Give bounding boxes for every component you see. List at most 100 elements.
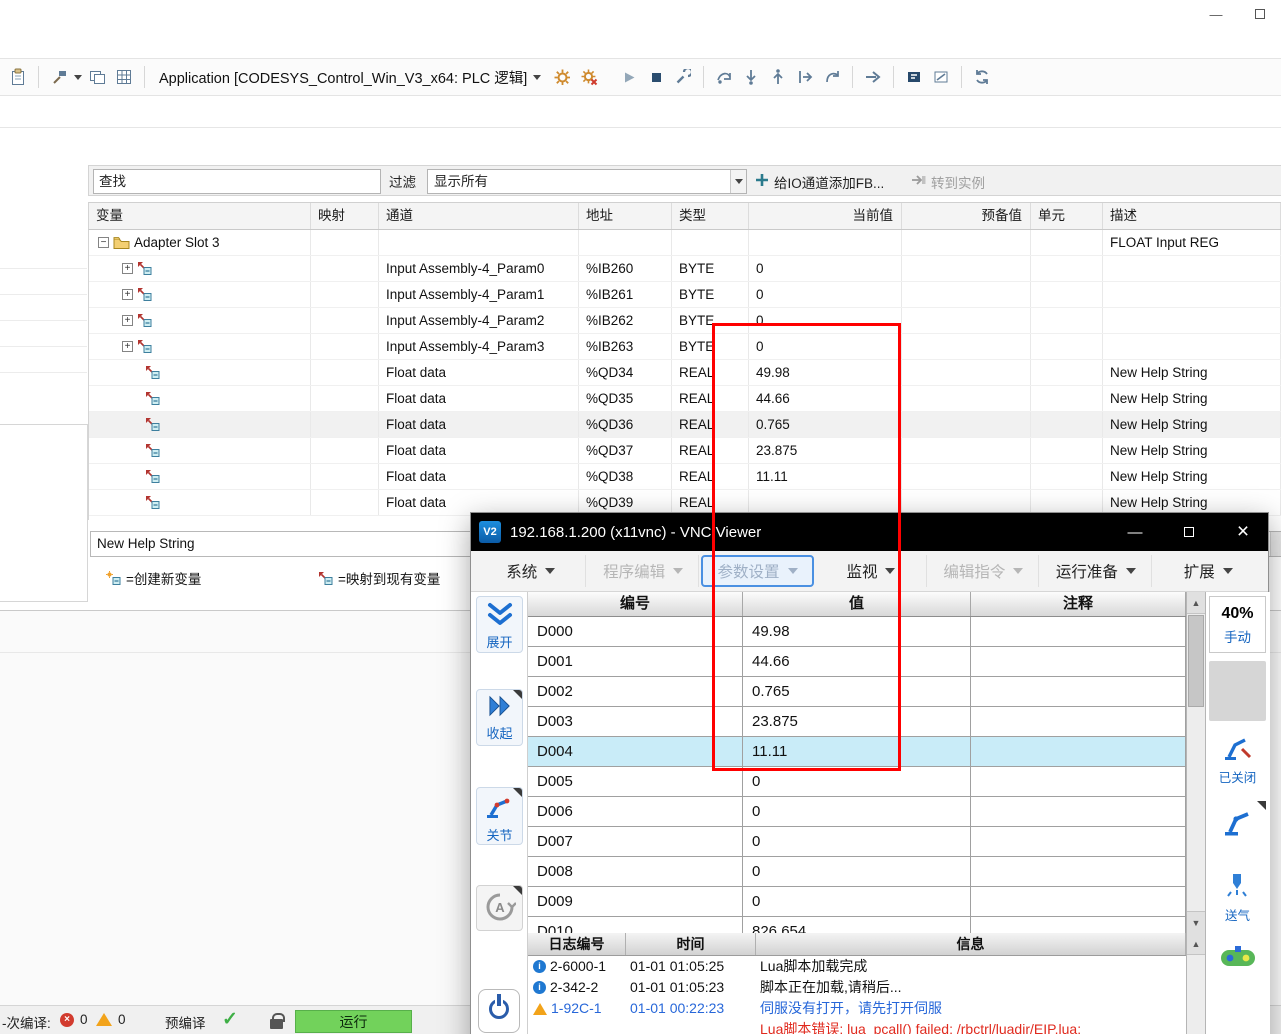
refresh-icon[interactable] [970,64,994,90]
vnc-tab-run-preparation[interactable]: 运行准备 [1041,555,1151,587]
vnc-tab-program-edit[interactable]: 程序编辑 [588,555,698,587]
log-row[interactable]: i2-6000-101-01 01:05:25Lua脚本加载完成 [528,956,1186,977]
io-table-row[interactable]: Float data%QD38REAL11.11New Help String [89,464,1281,490]
vnc-tab-system[interactable]: 系统 [476,555,586,587]
tree-expand-toggle[interactable]: + [122,315,133,326]
register-scrollbar[interactable]: ▲ ▼ [1186,592,1206,933]
register-row[interactable]: D0050 [528,767,1186,797]
register-row[interactable]: D00323.875 [528,707,1186,737]
scrollbar-thumb[interactable] [1188,615,1204,707]
register-row[interactable]: D00144.66 [528,647,1186,677]
robot-arm-button[interactable] [1209,801,1266,861]
io-cell-prepared [902,230,1031,255]
io-table-row[interactable]: +Input Assembly-4_Param0%IB260BYTE0 [89,256,1281,282]
register-row[interactable]: D010826.654 [528,917,1186,933]
air-supply-button[interactable]: 送气 [1209,869,1266,931]
log-row[interactable]: i2-342-201-01 01:05:23脚本正在加载,请稍后... [528,977,1186,998]
vnc-tab-parameter-settings[interactable]: 参数设置 [701,555,814,587]
speed-value: 40% [1210,605,1265,623]
teach-pendant-button[interactable] [1209,939,1266,1003]
io-table-row[interactable]: Float data%QD35REAL44.66New Help String [89,386,1281,412]
air-supply-label: 送气 [1209,905,1266,924]
register-row[interactable]: D0080 [528,857,1186,887]
expand-button[interactable]: 展开 [476,596,523,653]
io-table-row[interactable]: Float data%QD36REAL0.765New Help String [89,412,1281,438]
io-cell-address: %QD34 [579,360,672,385]
io-table-row[interactable]: +Input Assembly-4_Param2%IB262BYTE0 [89,308,1281,334]
step-out-icon[interactable] [766,64,790,90]
scroll-up-icon[interactable]: ▲ [1187,592,1205,614]
power-button[interactable] [478,989,520,1033]
warning-icon [96,1013,112,1026]
tree-collapse-toggle[interactable]: − [98,237,109,248]
filter-select[interactable]: 显示所有 [427,169,747,194]
servo-state-button[interactable]: 已关闭 [1209,729,1266,795]
active-application-selector[interactable]: Application [CODESYS_Control_Win_V3_x64:… [159,67,541,88]
mapped-variable-icon [145,443,160,458]
register-row[interactable]: D0020.765 [528,677,1186,707]
column-header-prepared-value: 预备值 [902,203,1031,229]
close-button[interactable]: × [1228,519,1258,545]
vnc-tab-monitor[interactable]: 监视 [816,555,926,587]
register-row[interactable]: D0090 [528,887,1186,917]
log-scrollbar[interactable]: ▲ [1186,933,1206,1034]
auto-mode-button[interactable]: A [476,885,523,931]
io-table-row[interactable]: Float data%QD34REAL49.98New Help String [89,360,1281,386]
left-panel-rows [0,243,87,376]
io-cell-prepared [902,282,1031,307]
vnc-titlebar[interactable]: V2 192.168.1.200 (x11vnc) - VNC Viewer —… [471,513,1268,551]
register-row[interactable]: D0070 [528,827,1186,857]
logout-gear-icon[interactable] [577,64,601,90]
joint-mode-button[interactable]: 关节 [476,787,523,845]
build-icon[interactable] [47,64,71,90]
minimize-button[interactable]: — [1120,519,1150,545]
log-row[interactable]: 1-92C-101-01 00:22:23伺服没有打开，请先打开伺服 [528,998,1186,1019]
scroll-down-icon[interactable]: ▼ [1187,911,1205,933]
new-window-icon[interactable] [85,64,109,90]
breakpoint-wrench-icon[interactable] [671,64,695,90]
io-table-row[interactable]: +Input Assembly-4_Param1%IB261BYTE0 [89,282,1281,308]
blank-tool-button[interactable] [1209,661,1266,721]
speed-mode-indicator[interactable]: 40% 手动 [1209,596,1266,653]
io-cell-prepared [902,438,1031,463]
maximize-button[interactable] [1174,519,1204,545]
tree-expand-toggle[interactable]: + [122,289,133,300]
tree-expand-toggle[interactable]: + [122,263,133,274]
register-row[interactable]: D00049.98 [528,617,1186,647]
paste-icon[interactable] [6,64,30,90]
vnc-tab-edit-instructions[interactable]: 编辑指令 [929,555,1039,587]
vnc-tab-extensions[interactable]: 扩展 [1154,555,1263,587]
register-row[interactable]: D0060 [528,797,1186,827]
start-icon[interactable] [617,64,641,90]
chevron-down-icon[interactable] [730,170,746,193]
register-row[interactable]: D00411.11 [528,737,1186,767]
scroll-up-icon[interactable]: ▲ [1187,933,1205,955]
minimize-button[interactable]: — [1203,4,1229,24]
build-dropdown-icon[interactable] [74,75,82,80]
collapse-button[interactable]: 收起 [476,689,523,746]
find-input[interactable]: 查找 [93,169,381,194]
chevron-down-icon [885,568,895,574]
run-status-button[interactable]: 运行 [295,1010,412,1033]
write-values-icon[interactable] [929,64,953,90]
step-over-icon[interactable] [712,64,736,90]
add-fb-button[interactable]: 给IO通道添加FB... [749,166,890,197]
step-into-icon[interactable] [739,64,763,90]
io-cell-desc [1103,334,1281,359]
io-cell-mapping [311,360,379,385]
io-cell-value: 49.98 [749,360,902,385]
io-table-row[interactable]: −Adapter Slot 3FLOAT Input REG [89,230,1281,256]
tree-expand-toggle[interactable]: + [122,341,133,352]
login-gear-icon[interactable] [550,64,574,90]
goto-instance-button[interactable]: 转到实例 [905,166,991,197]
set-next-statement-icon[interactable] [820,64,844,90]
next-statement-arrow-icon[interactable] [861,64,885,90]
library-grid-icon[interactable] [112,64,136,90]
io-table-row[interactable]: +Input Assembly-4_Param3%IB263BYTE0 [89,334,1281,360]
stop-icon[interactable] [644,64,668,90]
run-to-cursor-icon[interactable] [793,64,817,90]
maximize-button[interactable] [1247,4,1273,24]
force-values-icon[interactable] [902,64,926,90]
log-row[interactable]: Lua脚本错误: lua_pcall() failed: /rbctrl/lua… [528,1019,1186,1034]
io-table-row[interactable]: Float data%QD37REAL23.875New Help String [89,438,1281,464]
